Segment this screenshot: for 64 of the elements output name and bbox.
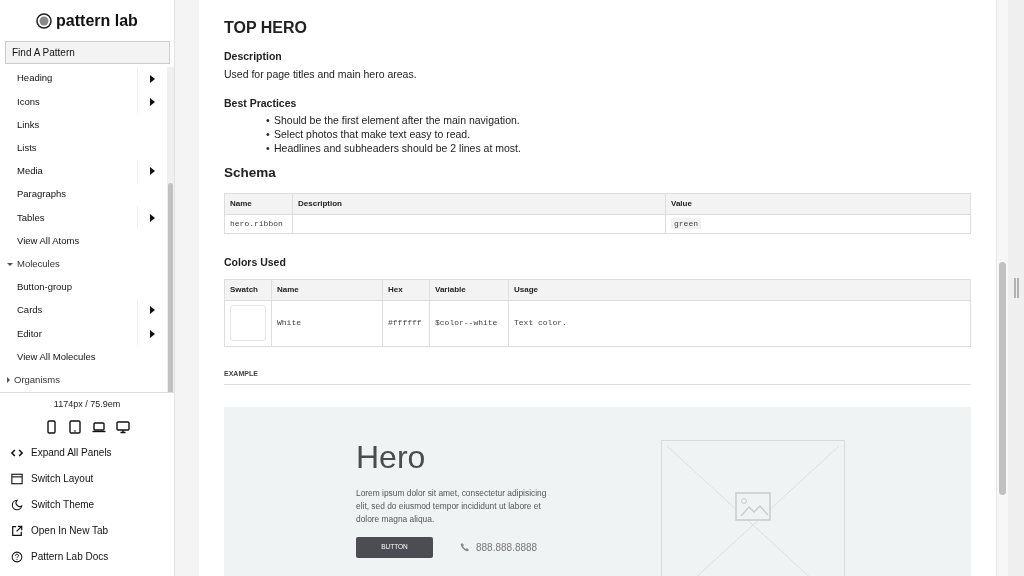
nav-link[interactable]: Heading — [0, 71, 137, 86]
search-field[interactable]: Find A Pattern — [5, 41, 170, 64]
laptop-icon[interactable] — [92, 419, 106, 434]
table-cell: $color--white — [429, 300, 509, 347]
bullet: • — [266, 127, 271, 142]
phone-icon — [460, 542, 470, 553]
help-icon — [11, 550, 23, 563]
column-header: Name — [271, 279, 383, 301]
phone-icon[interactable] — [44, 419, 58, 434]
column-header: Variable — [429, 279, 509, 301]
phone-number: 888.888.8888 — [476, 540, 538, 555]
nav-link[interactable]: View All Atoms — [0, 233, 167, 249]
hero-title: Hero — [356, 440, 427, 476]
nav-link[interactable]: Button-group — [0, 280, 167, 295]
list-item: Headlines and subheaders should be 2 lines at most. — [274, 141, 521, 156]
nav-link[interactable]: Cards — [0, 303, 137, 318]
nav-link[interactable]: Paragraphs — [0, 187, 167, 202]
nav-link[interactable]: Lists — [0, 141, 167, 156]
viewport-size: 1174px / 75.9em — [52, 398, 122, 411]
sidebar-tool-button[interactable]: Expand All Panels — [0, 439, 174, 466]
moon-icon — [11, 498, 23, 511]
sidebar-tool-button[interactable]: Pattern Lab Docs — [0, 543, 174, 570]
nav-category[interactable]: Molecules — [0, 256, 60, 272]
nav-link[interactable]: Editor — [0, 326, 137, 341]
section-heading: Colors Used — [224, 256, 287, 269]
external-link-icon — [11, 524, 23, 537]
nav-link[interactable]: Media — [0, 164, 137, 179]
table-cell: green — [671, 218, 701, 230]
nav-link[interactable]: View All Molecules — [0, 349, 167, 364]
table-cell: Text color. — [508, 300, 971, 347]
hero-text: Lorem ipsum dolor sit amet, consectetur adipisicing elit, sed do eiusmod tempor incididunt ut labore et dolore magna aliqua. — [356, 486, 548, 526]
sidebar-tool-button[interactable]: Open In New Tab — [0, 517, 174, 544]
section-heading: Description — [224, 50, 283, 63]
desktop-icon[interactable] — [116, 419, 130, 434]
column-header: Usage — [508, 279, 971, 301]
nav-link[interactable]: Icons — [0, 94, 137, 109]
logo-icon — [36, 12, 53, 29]
list-item: Select photos that make text easy to read. — [274, 127, 471, 142]
column-header: Name — [224, 193, 293, 215]
column-header: Value — [665, 193, 971, 215]
nav-link[interactable]: Links — [0, 117, 167, 133]
section-heading: Best Practices — [224, 96, 298, 110]
column-header: Swatch — [224, 279, 272, 301]
nav-link[interactable]: Tables — [0, 210, 137, 225]
section-heading: Schema — [224, 165, 277, 182]
scrollbar[interactable] — [167, 67, 174, 392]
column-header: Hex — [382, 279, 430, 301]
description-text: Used for page titles and main hero areas. — [224, 66, 418, 82]
list-item: Should be the first element after the main navigation. — [274, 113, 520, 128]
bullet: • — [266, 113, 271, 128]
nav-category[interactable]: Organisms — [0, 372, 60, 388]
window-icon — [11, 472, 23, 485]
table-cell: #ffffff — [382, 300, 430, 347]
table-cell: White — [271, 300, 383, 347]
bullet: • — [266, 141, 271, 156]
logo-text: pattern lab — [56, 10, 138, 31]
column-header: Description — [292, 193, 666, 215]
table-cell: hero.ribbon — [224, 214, 293, 234]
page-title: TOP HERO — [224, 18, 308, 38]
resize-handle[interactable] — [1013, 278, 1019, 298]
sidebar-tool-button[interactable]: Switch Theme — [0, 491, 174, 518]
scrollbar[interactable] — [996, 0, 1008, 576]
tablet-icon[interactable] — [68, 419, 82, 434]
sidebar-tool-button[interactable]: Switch Layout — [0, 465, 174, 492]
